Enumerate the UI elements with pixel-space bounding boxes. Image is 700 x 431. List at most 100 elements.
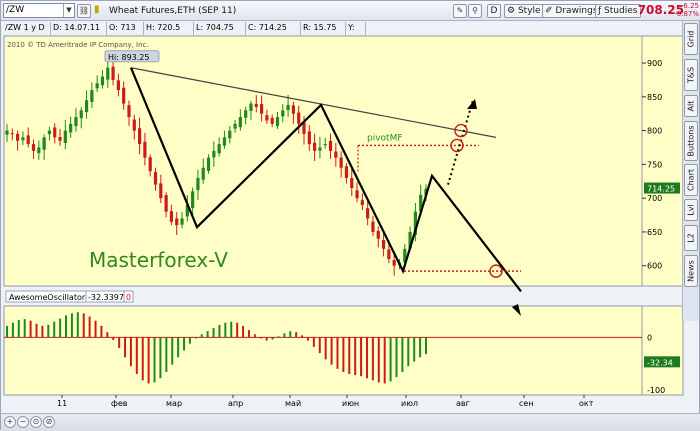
oscillator-panel[interactable] xyxy=(3,305,643,396)
time-tick-label: авг xyxy=(456,399,470,408)
side-tab-label: Buttons xyxy=(686,125,696,157)
candle-up xyxy=(212,150,216,158)
candle-down xyxy=(339,157,343,168)
side-tab-label: Alt xyxy=(686,100,696,112)
candle-down xyxy=(53,127,57,138)
candle-up xyxy=(74,117,78,127)
candle-down xyxy=(137,128,142,145)
side-tab-label: News xyxy=(686,260,696,282)
price-tick-label: 800 xyxy=(647,127,662,136)
zoom-fit-icon[interactable]: ⊙ xyxy=(30,416,42,428)
candle-up xyxy=(201,167,205,180)
candle-down xyxy=(328,140,333,151)
oscillator-tick-zero: 0 xyxy=(647,333,652,342)
side-tab-label: T&S xyxy=(686,66,696,84)
candle-up xyxy=(5,130,9,135)
candle-down xyxy=(111,66,115,80)
candle-up xyxy=(233,123,237,129)
time-tick-label: апр xyxy=(228,399,243,408)
candle-down xyxy=(381,240,386,249)
candle-down xyxy=(127,105,131,118)
candle-down xyxy=(360,200,364,205)
side-tab-label: Grid xyxy=(686,30,696,48)
candle-down xyxy=(376,230,380,239)
candle-down xyxy=(387,249,391,259)
price-tick-label: 650 xyxy=(647,228,662,237)
candle-down xyxy=(26,135,30,145)
time-tick-label: сен xyxy=(519,399,534,408)
price-tick-label: 750 xyxy=(647,160,662,169)
time-tick-label: 11 xyxy=(57,399,67,408)
copyright-text: 2010 © TD Ameritrade IP Company, Inc. xyxy=(7,41,149,49)
time-tick-label: окт xyxy=(579,399,594,408)
side-tab-ts[interactable]: T&S xyxy=(684,59,698,91)
candle-down xyxy=(350,178,354,189)
side-tab-chart[interactable]: Chart xyxy=(684,164,698,196)
price-tick-label: 850 xyxy=(647,93,662,102)
candle-up xyxy=(47,130,52,135)
candle-up xyxy=(244,110,248,118)
side-tab-l2[interactable]: L2 xyxy=(684,225,698,251)
candle-down xyxy=(175,218,179,226)
chart-canvas[interactable]: 2010 © TD Ameritrade IP Company, Inc. 900… xyxy=(1,1,700,431)
candle-up xyxy=(275,117,280,126)
candle-up xyxy=(228,130,232,139)
side-tab-lvl[interactable]: Lvl xyxy=(684,199,698,221)
candle-up xyxy=(249,103,253,111)
candle-up xyxy=(21,137,25,141)
time-axis: 11 фев мар апр май июн июл авг сен окт xyxy=(57,395,594,408)
side-tab-grid[interactable]: Grid xyxy=(684,23,698,55)
time-tick-label: фев xyxy=(111,399,128,408)
candle-down xyxy=(344,166,349,178)
candle-down xyxy=(307,131,311,145)
candle-down xyxy=(16,133,20,141)
candle-down xyxy=(270,117,274,124)
current-price-label: 714.25 xyxy=(647,185,675,194)
candle-down xyxy=(10,133,14,135)
candle-up xyxy=(37,147,41,154)
candle-up xyxy=(238,117,242,128)
candle-down xyxy=(116,80,120,91)
candle-down xyxy=(355,190,359,199)
hi-label-text: Hi: 893.25 xyxy=(108,53,149,62)
candle-down xyxy=(169,211,174,222)
candle-down xyxy=(254,103,258,107)
candle-down xyxy=(164,195,168,212)
chart-window: /ZW ▼ ⛓ ▮ Wheat Futures,ETH (SEP 11) ✎ ⚲… xyxy=(0,0,700,431)
zoom-out-icon[interactable]: − xyxy=(17,416,29,428)
candle-up xyxy=(100,76,105,86)
side-tab-label: Lvl xyxy=(686,204,696,216)
oscillator-value: -32.3397 xyxy=(88,293,124,302)
candle-up xyxy=(42,137,46,150)
candle-up xyxy=(217,144,221,154)
candle-down xyxy=(31,144,36,151)
zoom-in-icon[interactable]: + xyxy=(4,416,16,428)
candle-down xyxy=(371,221,375,232)
brand-label: Masterforex-V xyxy=(89,248,228,272)
candle-down xyxy=(58,137,62,141)
zoom-reset-icon[interactable]: ⊘ xyxy=(43,416,55,428)
candle-down xyxy=(313,142,317,151)
candle-up xyxy=(191,191,195,209)
oscillator-name: AwesomeOscillator xyxy=(9,293,86,302)
candle-down xyxy=(259,104,264,114)
candle-up xyxy=(281,110,285,117)
candle-down xyxy=(143,141,147,158)
time-tick-label: мар xyxy=(166,399,182,408)
candle-up xyxy=(79,110,83,119)
oscillator-axis-panel xyxy=(641,305,684,396)
candle-up xyxy=(106,67,110,80)
candle-up xyxy=(63,130,67,143)
side-tab-buttons[interactable]: Buttons xyxy=(684,121,698,161)
side-tab-news[interactable]: News xyxy=(684,255,698,287)
candle-down xyxy=(297,112,301,124)
candle-up xyxy=(84,100,89,113)
candle-up xyxy=(206,157,211,171)
oscillator-second-value: 0 xyxy=(126,293,131,302)
pivot-label: pivotMF xyxy=(367,133,403,143)
oscillator-current-label: -32.34 xyxy=(647,358,673,367)
side-tab-alt[interactable]: Alt xyxy=(684,95,698,117)
price-tick-label: 700 xyxy=(647,194,662,203)
side-tab-label: L2 xyxy=(686,233,696,243)
candle-down xyxy=(392,260,396,266)
